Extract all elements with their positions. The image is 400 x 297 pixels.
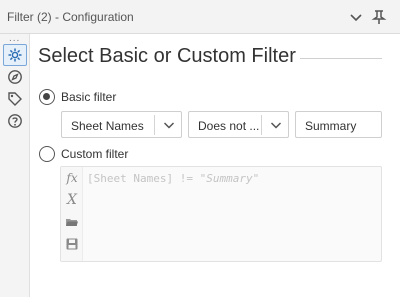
basic-filter-radio[interactable] bbox=[39, 89, 55, 105]
custom-filter-label: Custom filter bbox=[61, 147, 129, 161]
expression-operator: != bbox=[173, 172, 200, 185]
custom-filter-radio[interactable] bbox=[39, 146, 55, 162]
chevron-down-icon[interactable] bbox=[348, 9, 364, 25]
expression-text: [Sheet Names] != "Summary" bbox=[87, 172, 259, 185]
chevron-down-icon bbox=[269, 118, 283, 132]
expression-editor[interactable]: fx X [Sheet Names] != "Summary" bbox=[60, 166, 382, 262]
expression-field: [Sheet Names] bbox=[87, 172, 174, 185]
basic-filter-label: Basic filter bbox=[61, 90, 117, 104]
page-title: Select Basic or Custom Filter bbox=[38, 45, 296, 67]
config-sidebar: ... bbox=[0, 34, 30, 297]
expression-value: "Summary" bbox=[199, 172, 260, 185]
sidebar-overflow[interactable]: ... bbox=[9, 34, 20, 44]
panel-title: Filter (2) - Configuration bbox=[7, 10, 134, 24]
pin-icon[interactable] bbox=[371, 9, 387, 25]
select-divider bbox=[261, 115, 262, 135]
save-icon[interactable] bbox=[64, 235, 80, 253]
panel-title-bar: Filter (2) - Configuration bbox=[0, 0, 400, 34]
field-select-value: Sheet Names bbox=[71, 119, 144, 133]
help-icon[interactable] bbox=[6, 111, 24, 129]
field-select[interactable]: Sheet Names bbox=[61, 111, 182, 138]
operator-select-value: Does not ... bbox=[198, 119, 260, 133]
select-divider bbox=[154, 115, 155, 135]
gear-icon[interactable] bbox=[3, 44, 27, 66]
variable-icon[interactable]: X bbox=[64, 191, 80, 209]
heading-divider bbox=[300, 58, 382, 59]
compass-icon[interactable] bbox=[6, 67, 24, 85]
operator-select[interactable]: Does not ... bbox=[188, 111, 289, 138]
filter-value-text: Summary bbox=[305, 119, 357, 133]
filter-value-input[interactable]: Summary bbox=[295, 111, 382, 138]
function-icon[interactable]: fx bbox=[64, 169, 80, 187]
open-folder-icon[interactable] bbox=[64, 213, 80, 231]
editor-toolbar: fx X bbox=[61, 167, 83, 261]
chevron-down-icon bbox=[162, 118, 176, 132]
tag-icon[interactable] bbox=[6, 89, 24, 107]
